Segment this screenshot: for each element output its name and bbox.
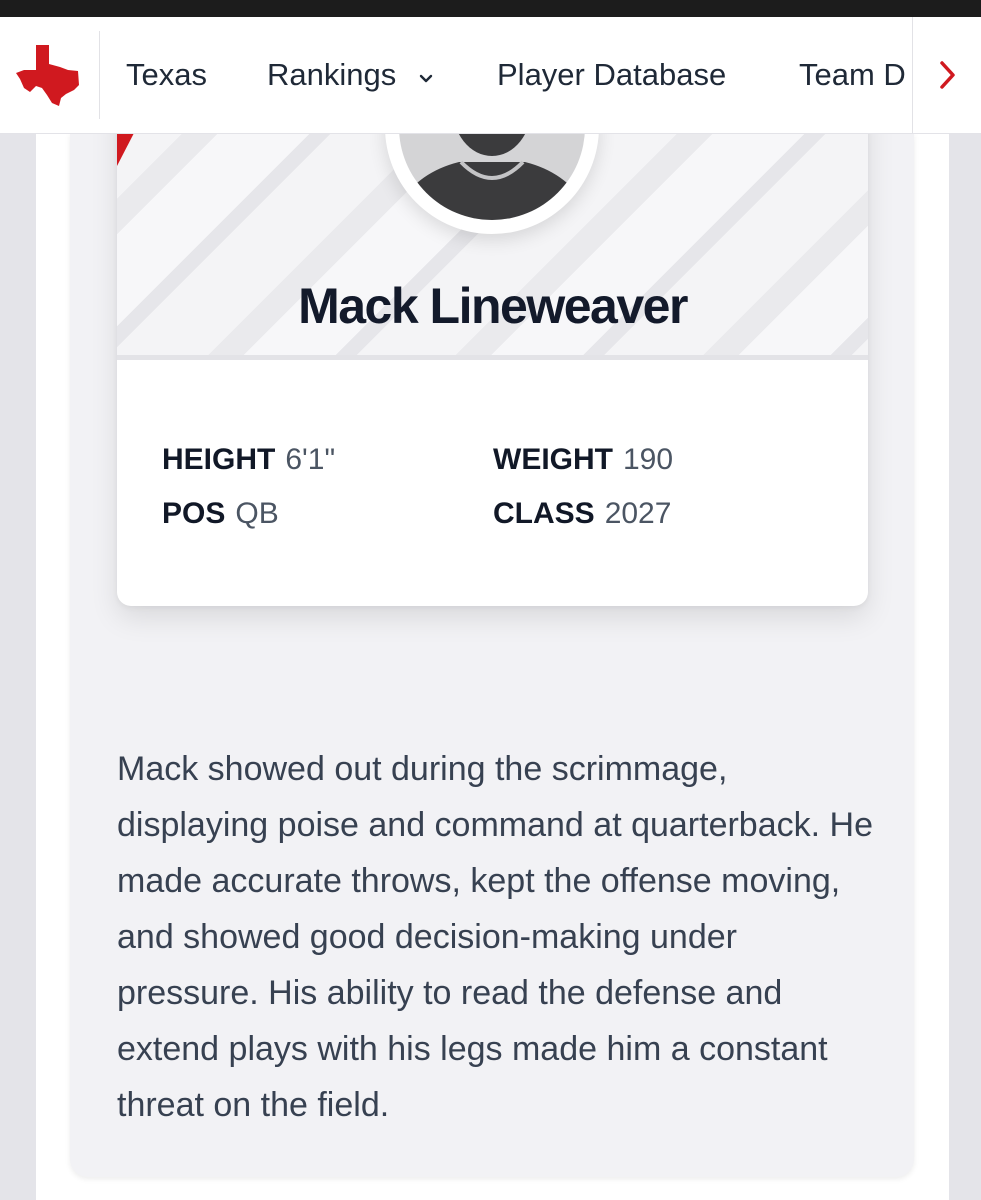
stat-label: CLASS: [493, 497, 595, 530]
top-navigation: Texas Rankings Player Database Team D: [0, 17, 981, 134]
status-strip: [0, 0, 981, 17]
chevron-right-icon: [940, 61, 955, 89]
nav-item-label: Rankings: [267, 57, 397, 92]
texas-state-icon[interactable]: [16, 43, 82, 107]
chevron-down-icon: [419, 54, 433, 94]
stat-label: HEIGHT: [162, 443, 276, 476]
stat-height: HEIGHT 6'1": [162, 442, 335, 478]
stat-value: 6'1": [285, 443, 336, 476]
nav-scroll-next-button[interactable]: [912, 17, 981, 133]
nav-item-label: Player Database: [497, 57, 727, 92]
stat-value: 2027: [604, 497, 672, 530]
stat-position: POS QB: [162, 496, 279, 532]
stat-class: CLASS 2027: [493, 496, 671, 532]
stat-value: 190: [623, 443, 674, 476]
stat-label: WEIGHT: [493, 443, 613, 476]
nav-item-texas[interactable]: Texas: [126, 55, 207, 95]
nav-item-team-database[interactable]: Team D: [799, 55, 906, 95]
player-name: Mack Lineweaver: [298, 278, 688, 334]
nav-item-label: Team D: [799, 57, 906, 92]
nav-item-player-database[interactable]: Player Database: [497, 55, 726, 95]
nav-items: Texas Rankings Player Database Team D: [100, 17, 912, 133]
player-card: Mack Lineweaver HEIGHT 6'1" WEIGHT 190 POS…: [117, 100, 868, 606]
nav-item-rankings[interactable]: Rankings: [267, 55, 433, 95]
nav-item-label: Texas: [126, 57, 207, 92]
player-description: Mack showed out during the scrimmage, di…: [117, 750, 873, 1124]
stat-value: QB: [235, 497, 279, 530]
stat-weight: WEIGHT 190: [493, 442, 673, 478]
stat-label: POS: [162, 497, 226, 530]
